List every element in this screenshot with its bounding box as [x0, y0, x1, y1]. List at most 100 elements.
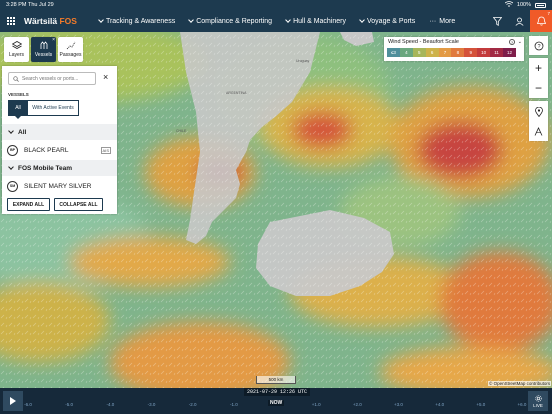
vessel-row-black-pearl[interactable]: BP BLACK PEARL AIS	[2, 141, 117, 159]
filter-all-button[interactable]: All	[8, 100, 28, 116]
user-icon	[515, 17, 523, 26]
nav-more[interactable]: ··· More	[429, 18, 455, 25]
layers-icon	[11, 41, 22, 49]
chevron-down-icon	[8, 164, 14, 170]
close-icon[interactable]: ×	[52, 37, 55, 43]
filter-active-events-button[interactable]: With Active Events	[28, 100, 79, 116]
group-header-all[interactable]: All	[2, 124, 117, 140]
status-date: Thu Jul 29	[28, 2, 54, 8]
chevron-down-icon	[359, 17, 365, 23]
close-panel-button[interactable]: ×	[103, 73, 108, 82]
status-bar: 3:28 PM Thu Jul 29 100%	[0, 0, 552, 10]
live-label: LIVE	[533, 402, 543, 408]
layers-label: Layers	[8, 52, 24, 58]
battery-icon	[535, 2, 546, 8]
more-dots-icon: ···	[429, 17, 437, 25]
beaufort-level: 6	[425, 48, 439, 57]
vessel-avatar: BP	[7, 144, 18, 156]
nav-hull-machinery[interactable]: Hull & Machinery	[285, 17, 346, 25]
map-place-label: Uruguay	[296, 59, 309, 63]
timeline-tick: -2.0	[188, 402, 197, 407]
timeline-tick: -1.0	[229, 402, 238, 407]
map-scale-bar: 500 km	[256, 376, 296, 384]
brand-logo[interactable]: Wärtsilä FOS	[24, 16, 77, 26]
settings-icon	[534, 394, 542, 402]
legend-title: Wind Speed - Beaufort Scale	[388, 39, 459, 45]
live-button[interactable]: LIVE	[528, 391, 548, 411]
battery-percent: 100%	[516, 2, 531, 8]
vessels-label: Vessels	[34, 52, 53, 58]
search-icon	[13, 75, 19, 82]
nav-label: More	[439, 17, 456, 25]
chevron-down-icon	[8, 128, 14, 134]
ais-badge: AIS	[100, 146, 111, 154]
brand-product: FOS	[59, 16, 77, 26]
app-grid-button[interactable]	[0, 10, 22, 32]
nav-tracking-awareness[interactable]: Tracking & Awareness	[98, 17, 176, 25]
top-nav: Wärtsilä FOS Tracking & Awareness Compli…	[0, 10, 552, 32]
nav-label: Compliance & Reporting	[196, 17, 273, 25]
beaufort-level: 9	[464, 48, 478, 57]
nav-voyage-ports[interactable]: Voyage & Ports	[359, 17, 416, 25]
passages-label: Passages	[59, 52, 82, 58]
beaufort-level: 8	[451, 48, 465, 57]
zoom-in-button[interactable]: +	[535, 62, 542, 74]
nav-label: Tracking & Awareness	[105, 17, 176, 25]
map-attribution[interactable]: © OpenStreetMap contributors	[488, 381, 552, 386]
zoom-out-button[interactable]: −	[535, 82, 542, 94]
filter-button[interactable]	[486, 10, 508, 32]
timeline-tick: -6.0	[24, 402, 32, 407]
play-button[interactable]	[3, 391, 23, 411]
beaufort-level: 11	[490, 48, 504, 57]
help-icon[interactable]: ?	[509, 39, 515, 45]
vessels-section-label: VESSELS	[8, 92, 29, 97]
beaufort-level: 7	[438, 48, 452, 57]
timeline-tick: +2.0	[352, 402, 362, 407]
group-header-fos-mobile-team[interactable]: FOS Mobile Team	[2, 160, 117, 176]
beaufort-level: 4	[399, 48, 413, 57]
collapse-all-button[interactable]: COLLAPSE ALL	[54, 198, 103, 211]
help-circle-icon: ?	[534, 41, 543, 50]
location-pin-icon[interactable]	[534, 106, 543, 117]
vessel-row-silent-mary-silver[interactable]: SM SILENT MARY SILVER	[2, 177, 117, 195]
measure-icon[interactable]	[534, 126, 543, 136]
timeline-tick: +1.0	[311, 402, 321, 407]
beaufort-level: 12	[503, 48, 516, 57]
vessels-button[interactable]: × Vessels	[31, 37, 56, 62]
group-name: All	[18, 128, 27, 136]
chevron-down-icon[interactable]: ⌄	[518, 39, 522, 45]
zoom-control: + −	[529, 58, 548, 98]
layers-button[interactable]: Layers	[4, 37, 29, 62]
map-place-label: CHILE	[176, 129, 187, 133]
map-tools: Layers × Vessels Passages	[4, 37, 83, 62]
status-time: 3:28 PM	[6, 2, 27, 8]
svg-text:?: ?	[537, 44, 540, 50]
timeline-tick: +3.0	[394, 402, 403, 407]
nav-label: Voyage & Ports	[367, 17, 416, 25]
chevron-down-icon	[98, 17, 104, 23]
map-action-buttons	[529, 101, 548, 141]
vessels-icon	[40, 41, 47, 49]
now-marker[interactable]: NOW	[268, 400, 285, 406]
filter-icon	[492, 16, 502, 26]
user-button[interactable]	[508, 10, 530, 32]
notifications-button[interactable]: 7	[530, 10, 552, 32]
vessel-name: SILENT MARY SILVER	[24, 182, 92, 190]
main-menu: Tracking & Awareness Compliance & Report…	[98, 17, 455, 25]
vessel-avatar: SM	[7, 180, 18, 192]
help-button[interactable]: ?	[529, 36, 548, 55]
passages-button[interactable]: Passages	[58, 37, 83, 62]
timeline-tick: +4.0	[435, 402, 445, 407]
beaufort-scale: ≤3 4 5 6 7 8 9 10 11 12	[387, 48, 516, 57]
expand-all-button[interactable]: EXPAND ALL	[7, 198, 50, 211]
passages-icon	[66, 41, 75, 50]
nav-label: Hull & Machinery	[293, 17, 346, 25]
search-input[interactable]	[22, 75, 92, 82]
timeline-tick: -4.0	[106, 402, 115, 407]
current-time: 2021-07-29 12:26 UTC	[244, 388, 311, 396]
group-name: FOS Mobile Team	[18, 164, 73, 172]
nav-compliance-reporting[interactable]: Compliance & Reporting	[188, 17, 273, 25]
search-box[interactable]	[8, 72, 96, 85]
wind-legend: Wind Speed - Beaufort Scale ? ⌄ ≤3 4 5 6 7 8 9…	[384, 37, 524, 61]
bell-icon	[536, 16, 546, 26]
